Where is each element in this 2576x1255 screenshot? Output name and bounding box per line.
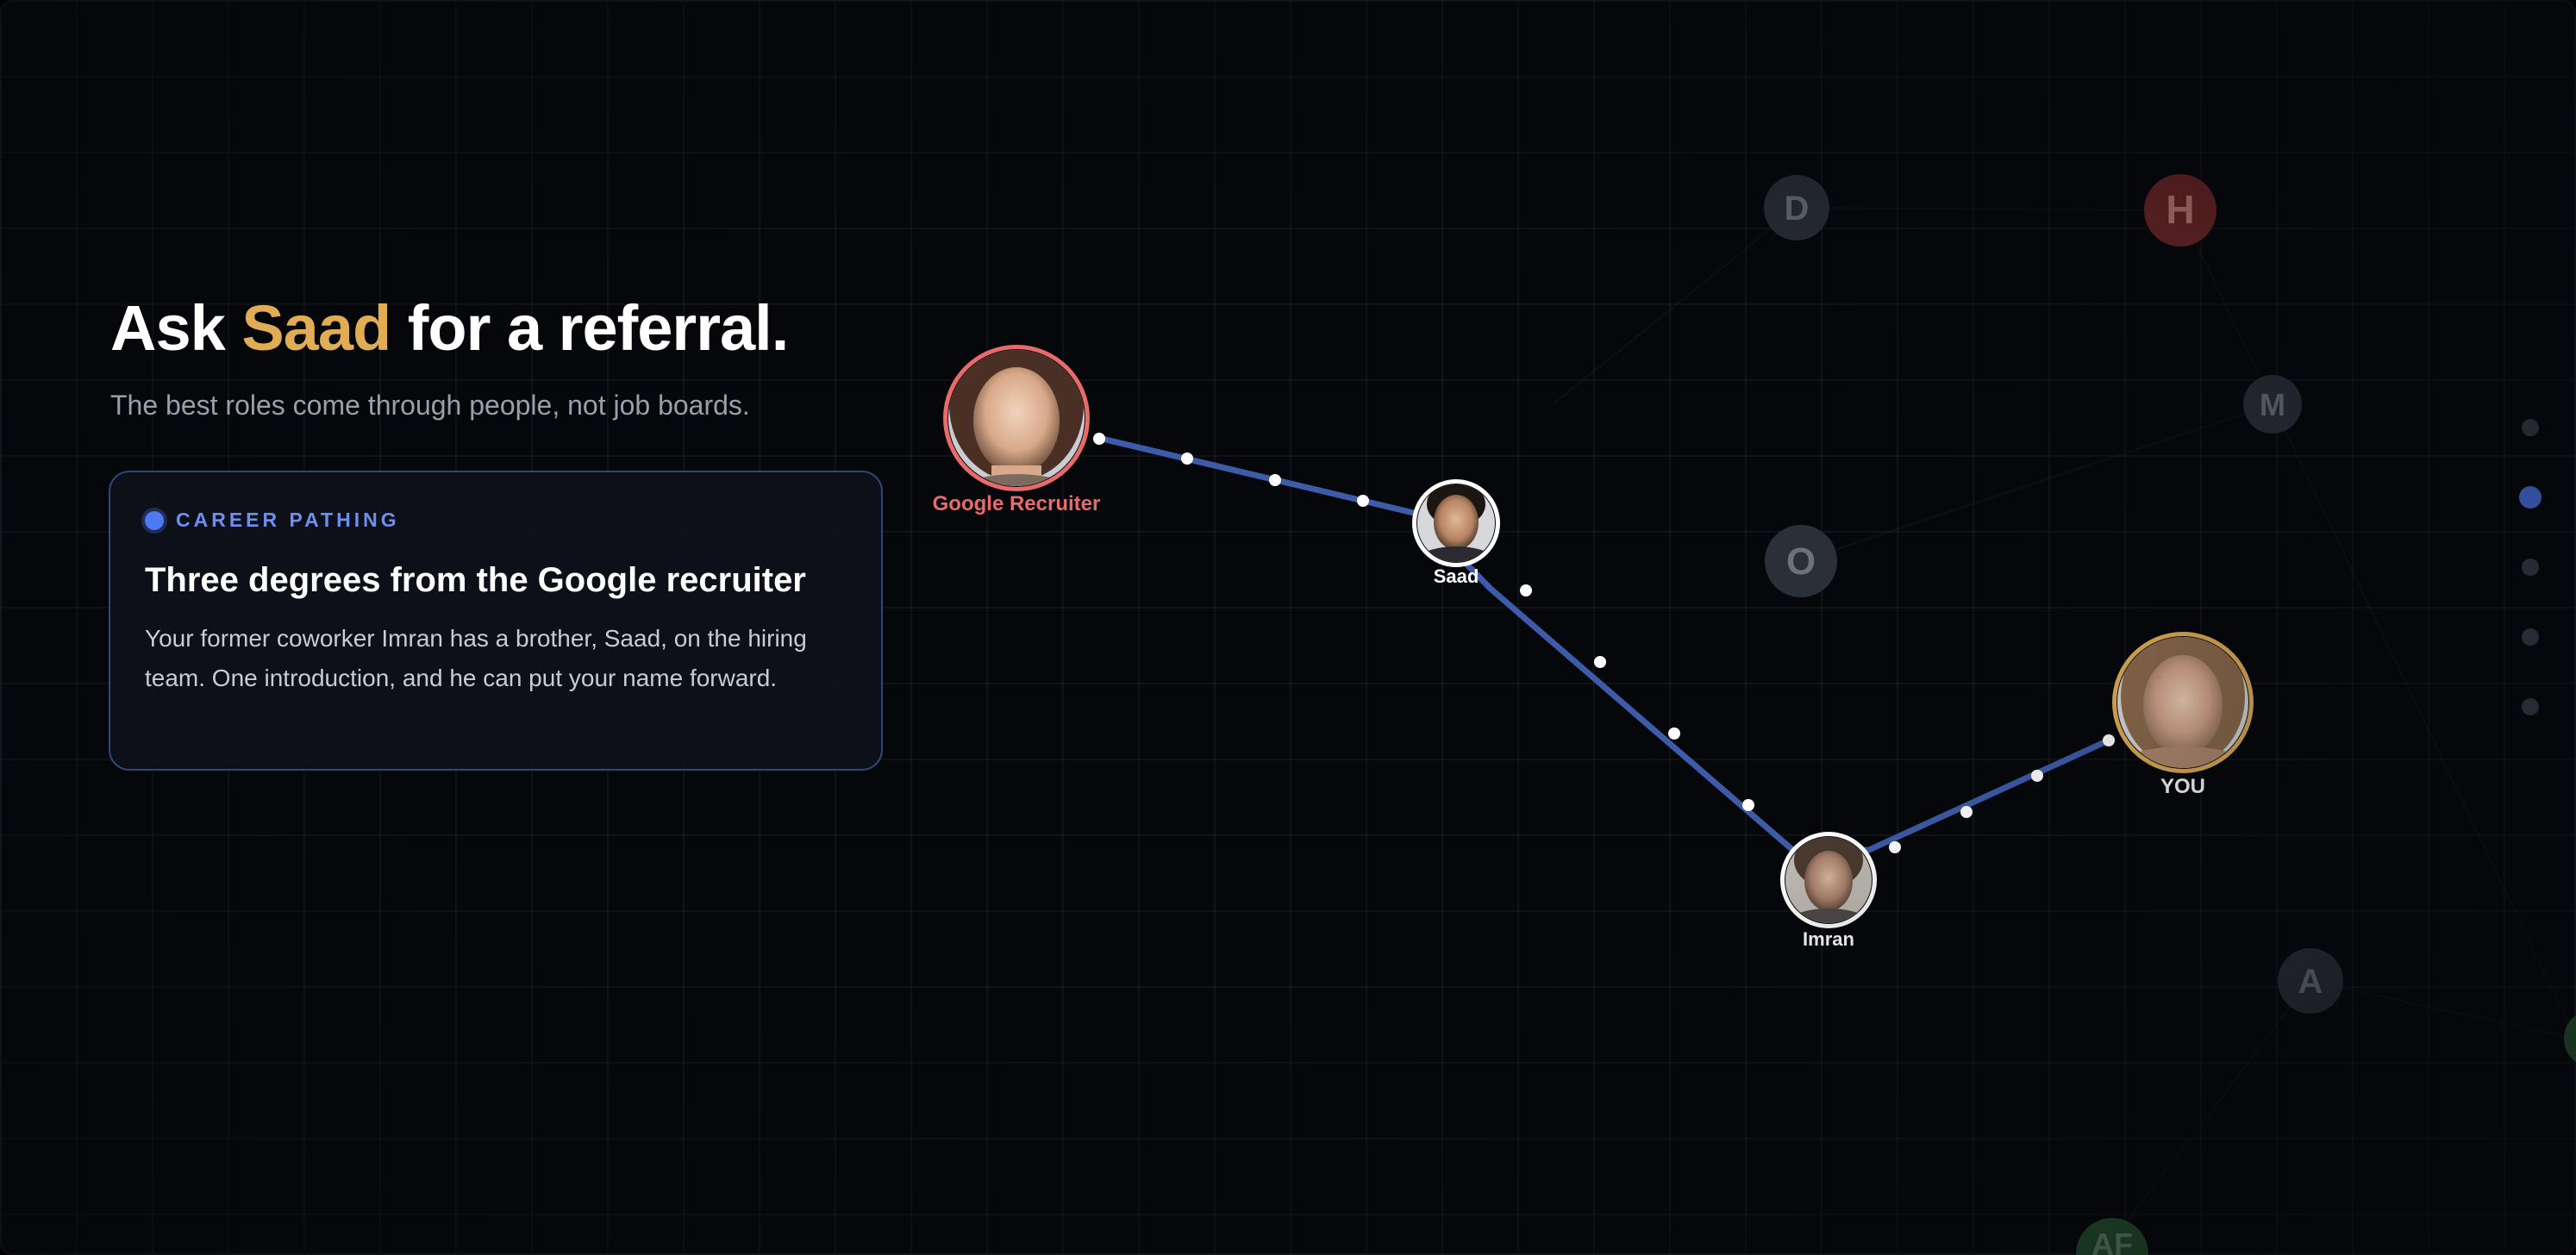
headline-suffix: for a referral. — [391, 292, 790, 364]
path-node-you[interactable]: YOU — [2112, 626, 2254, 798]
node-letter: O — [1786, 540, 1816, 583]
pager-dot-5[interactable] — [2522, 698, 2539, 715]
background-node-m[interactable]: M — [2243, 375, 2302, 434]
card-tag: CAREER PATHING — [145, 509, 847, 532]
referral-path-dots — [1093, 433, 2115, 853]
node-letter: AF — [2091, 1227, 2133, 1255]
headline-highlight-name: Saad — [241, 292, 391, 364]
node-letter: A — [2298, 963, 2323, 1001]
node-letter: M — [2260, 387, 2285, 422]
pager-dot-3[interactable] — [2522, 559, 2539, 576]
path-node-saad[interactable]: Saad — [1412, 479, 1500, 587]
saad-label: Saad — [1434, 565, 1479, 587]
saad-avatar — [1417, 484, 1495, 562]
card-body: Your former coworker Imran has a brother… — [145, 625, 807, 691]
headline-prefix: Ask — [110, 292, 242, 364]
recruiter-label: Google Recruiter — [933, 492, 1101, 515]
background-node-af[interactable]: AF — [2076, 1218, 2148, 1255]
imran-label: Imran — [1803, 928, 1854, 950]
page-headline: Ask Saad for a referral. — [110, 291, 790, 365]
slide-pager — [2519, 419, 2542, 715]
node-letter: D — [1785, 190, 1810, 228]
you-label: YOU — [2160, 775, 2205, 798]
referral-path-line — [1095, 434, 2114, 857]
tag-dot-icon — [145, 510, 164, 530]
background-node-h[interactable]: H — [2144, 174, 2216, 247]
page-subtitle: The best roles come through people, not … — [110, 390, 750, 421]
career-pathing-card: CAREER PATHING Three degrees from the Go… — [109, 471, 883, 771]
card-title: Three degrees from the Google recruiter — [145, 561, 806, 599]
background-node-o[interactable]: O — [1765, 525, 1837, 597]
background-node-d[interactable]: D — [1764, 175, 1829, 240]
card-tag-label: CAREER PATHING — [176, 509, 400, 531]
background-node-a[interactable]: A — [2278, 948, 2343, 1014]
path-node-imran[interactable]: Imran — [1780, 832, 1877, 950]
node-letter: H — [2166, 187, 2194, 232]
path-node-google-recruiter[interactable]: Google Recruiter — [933, 329, 1101, 526]
career-graph-screen: D H M O A AF Google Recruiter Saad Imran… — [0, 0, 2576, 1255]
pager-dot-4[interactable] — [2522, 628, 2539, 646]
pager-dot-1[interactable] — [2522, 419, 2539, 436]
pager-dot-2-active[interactable] — [2519, 486, 2542, 509]
background-links — [1552, 208, 2576, 1241]
